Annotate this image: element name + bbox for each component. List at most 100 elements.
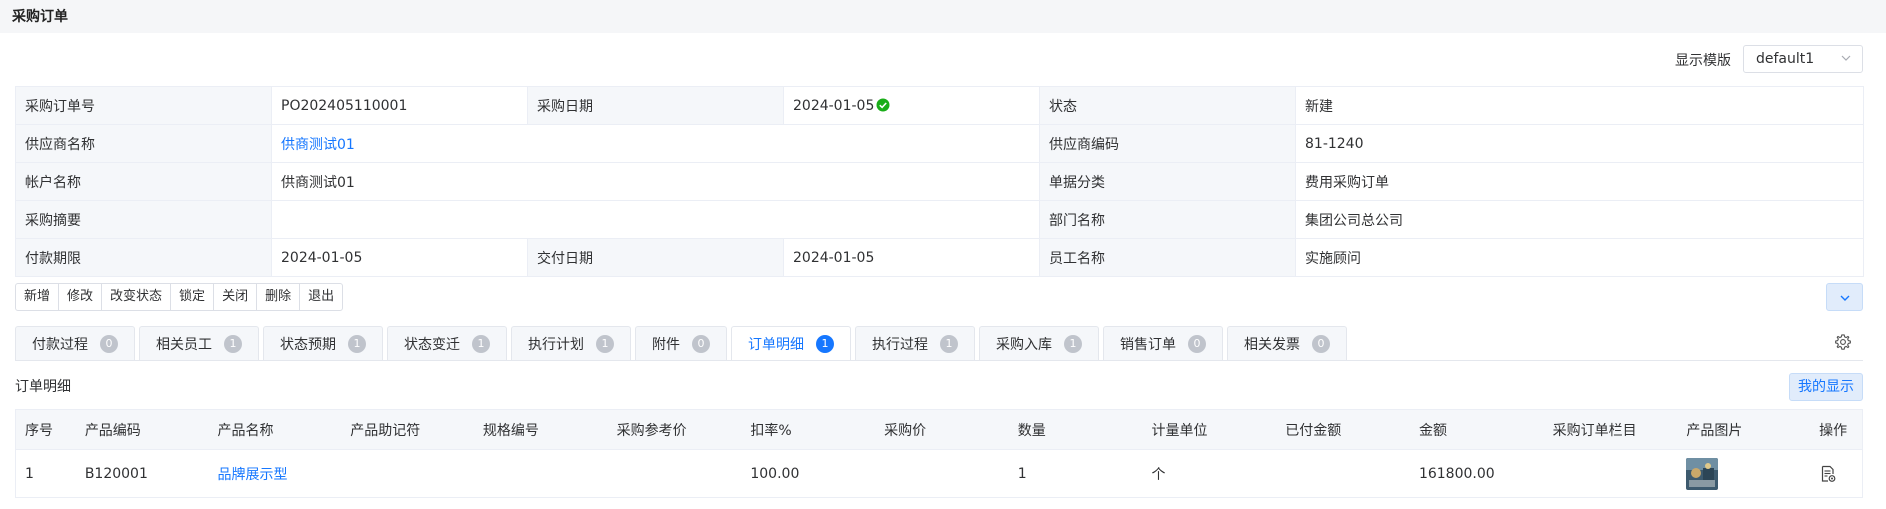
column-header: 采购价 — [875, 409, 1009, 450]
tab-label: 执行计划 — [528, 337, 584, 353]
info-row: 付款期限 2024-01-05 交付日期 2024-01-05 员工名称 实施顾… — [15, 238, 1864, 277]
lock-button[interactable]: 锁定 — [170, 283, 215, 311]
my-display-button[interactable]: 我的显示 — [1789, 373, 1863, 401]
action-toolbar: 新增 修改 改变状态 锁定 关闭 删除 退出 — [15, 283, 344, 311]
tab-count-badge: 1 — [596, 335, 614, 353]
tab-label: 状态预期 — [280, 337, 336, 353]
tab-payment-process[interactable]: 付款过程 0 — [15, 326, 135, 361]
tab-execution-process[interactable]: 执行过程 1 — [855, 326, 975, 361]
edit-button[interactable]: 修改 — [58, 283, 103, 311]
column-header: 产品编码 — [75, 409, 209, 450]
tab-status-change[interactable]: 状态变迁 1 — [387, 326, 507, 361]
tab-related-invoices[interactable]: 相关发票 0 — [1227, 326, 1347, 361]
tab-label: 执行过程 — [872, 337, 928, 353]
status-label: 状态 — [1039, 86, 1296, 125]
tab-label: 附件 — [652, 337, 680, 353]
employee-value: 实施顾问 — [1295, 238, 1864, 277]
column-header: 产品助记符 — [341, 409, 474, 450]
cell-mnemonic — [341, 449, 474, 498]
cell-unit: 个 — [1142, 449, 1277, 498]
section-title: 订单明细 — [15, 379, 71, 395]
tab-status-expectation[interactable]: 状态预期 1 — [263, 326, 383, 361]
tabs-divider — [15, 360, 1863, 361]
column-header: 采购订单栏目 — [1543, 409, 1678, 450]
tab-count-badge: 1 — [348, 335, 366, 353]
tab-label: 相关员工 — [156, 337, 212, 353]
chevron-down-icon — [1840, 295, 1850, 301]
order-date-cell: 2024-01-05 — [783, 86, 1040, 125]
tab-label: 订单明细 — [748, 337, 804, 353]
delivery-date-label: 交付日期 — [527, 238, 784, 277]
tab-label: 相关发票 — [1244, 337, 1300, 353]
product-thumbnail[interactable] — [1686, 457, 1719, 490]
tab-sales-orders[interactable]: 销售订单 0 — [1103, 326, 1223, 361]
tab-attachments[interactable]: 附件 0 — [635, 326, 727, 361]
document-view-icon[interactable] — [1819, 465, 1837, 483]
tab-purchase-receipt[interactable]: 采购入库 1 — [979, 326, 1099, 361]
supplier-name-link[interactable]: 供商测试01 — [281, 137, 355, 153]
column-header: 计量单位 — [1142, 409, 1277, 450]
status-value: 新建 — [1295, 86, 1864, 125]
column-header: 规格编号 — [473, 409, 608, 450]
supplier-name-cell: 供商测试01 — [271, 124, 1040, 163]
info-row: 供应商名称 供商测试01 供应商编码 81-1240 — [15, 124, 1864, 163]
order-no-label: 采购订单号 — [15, 86, 272, 125]
tab-count-badge: 0 — [692, 335, 710, 353]
summary-value — [271, 200, 1040, 239]
new-button[interactable]: 新增 — [15, 283, 60, 311]
template-select-value: default1 — [1756, 51, 1815, 67]
column-header: 已付金额 — [1276, 409, 1410, 450]
supplier-code-label: 供应商编码 — [1039, 124, 1296, 163]
template-label: 显示模版 — [1675, 53, 1731, 69]
column-header: 产品名称 — [208, 409, 342, 450]
tab-related-staff[interactable]: 相关员工 1 — [139, 326, 259, 361]
collapse-button[interactable] — [1826, 283, 1863, 311]
order-detail-table: 序号 产品编码 产品名称 产品助记符 规格编号 采购参考价 扣率% 采购价 数量… — [14, 409, 1864, 498]
column-header: 序号 — [14, 409, 76, 450]
summary-label: 采购摘要 — [15, 200, 272, 239]
supplier-code-value: 81-1240 — [1295, 124, 1864, 163]
chevron-down-icon — [1841, 55, 1851, 61]
tab-count-badge: 0 — [1312, 335, 1330, 353]
cell-product-image — [1677, 449, 1811, 498]
delete-button[interactable]: 删除 — [256, 283, 301, 311]
account-name-value: 供商测试01 — [271, 162, 1040, 201]
column-header: 操作 — [1810, 409, 1864, 450]
cell-product-name: 品牌展示型 — [208, 449, 342, 498]
department-value: 集团公司总公司 — [1295, 200, 1864, 239]
cell-paid — [1276, 449, 1410, 498]
template-select[interactable]: default1 — [1743, 45, 1863, 73]
tab-count-badge: 1 — [472, 335, 490, 353]
product-name-link[interactable]: 品牌展示型 — [218, 467, 288, 483]
order-no-value: PO202405110001 — [271, 86, 528, 125]
tab-count-badge: 0 — [100, 335, 118, 353]
cell-operation — [1810, 449, 1864, 498]
check-circle-icon — [876, 98, 890, 111]
cell-order-column — [1543, 449, 1678, 498]
column-header: 数量 — [1008, 409, 1143, 450]
info-row: 采购订单号 PO202405110001 采购日期 2024-01-05 状态 … — [15, 86, 1864, 125]
tab-order-details[interactable]: 订单明细 1 — [731, 326, 851, 361]
change-status-button[interactable]: 改变状态 — [101, 283, 172, 311]
cell-ref-price — [607, 449, 742, 498]
table-header-row: 序号 产品编码 产品名称 产品助记符 规格编号 采购参考价 扣率% 采购价 数量… — [14, 409, 1864, 450]
tab-count-badge: 1 — [224, 335, 242, 353]
cell-discount: 100.00 — [741, 449, 876, 498]
tab-label: 付款过程 — [32, 337, 88, 353]
close-button[interactable]: 关闭 — [213, 283, 258, 311]
payment-deadline-value: 2024-01-05 — [271, 238, 528, 277]
tab-count-badge: 1 — [940, 335, 958, 353]
supplier-name-label: 供应商名称 — [15, 124, 272, 163]
cell-product-code: B120001 — [75, 449, 209, 498]
cell-amount: 161800.00 — [1409, 449, 1544, 498]
exit-button[interactable]: 退出 — [299, 283, 344, 311]
info-row: 采购摘要 部门名称 集团公司总公司 — [15, 200, 1864, 239]
table-row: 1 B120001 品牌展示型 100.00 1 个 161800.00 — [14, 449, 1864, 498]
tab-count-badge: 1 — [816, 335, 834, 353]
doc-category-label: 单据分类 — [1039, 162, 1296, 201]
tab-execution-plan[interactable]: 执行计划 1 — [511, 326, 631, 361]
order-date-label: 采购日期 — [527, 86, 784, 125]
gear-icon[interactable] — [1834, 333, 1852, 351]
payment-deadline-label: 付款期限 — [15, 238, 272, 277]
department-label: 部门名称 — [1039, 200, 1296, 239]
